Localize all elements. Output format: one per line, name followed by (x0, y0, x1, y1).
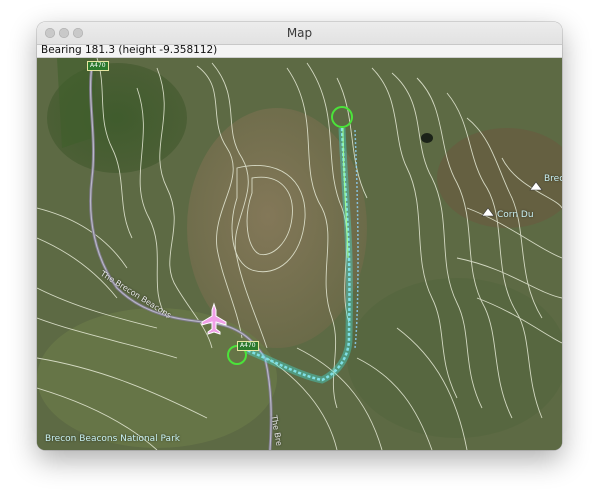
map-window: Map Bearing 181.3 (height -9.358112) A47… (37, 22, 562, 450)
road-shield-a470: A470 (237, 341, 259, 351)
title-bar[interactable]: Map (37, 22, 562, 45)
map-view[interactable]: A470 A470 The Brecon Beacons The Bre Cor… (37, 58, 562, 450)
bearing-readout: Bearing 181.3 (height -9.358112) (41, 44, 218, 56)
status-bar: Bearing 181.3 (height -9.358112) (37, 44, 562, 58)
small-lake (421, 133, 433, 143)
national-park-label: Brecon Beacons National Park (45, 434, 180, 444)
window-title: Map (286, 26, 313, 40)
road-shield-a470-north: A470 (87, 61, 109, 71)
peak-label-corn-du: Corn Du (497, 210, 534, 220)
peak-label-brecon: Brecon (544, 174, 562, 184)
map-canvas[interactable] (37, 58, 562, 450)
